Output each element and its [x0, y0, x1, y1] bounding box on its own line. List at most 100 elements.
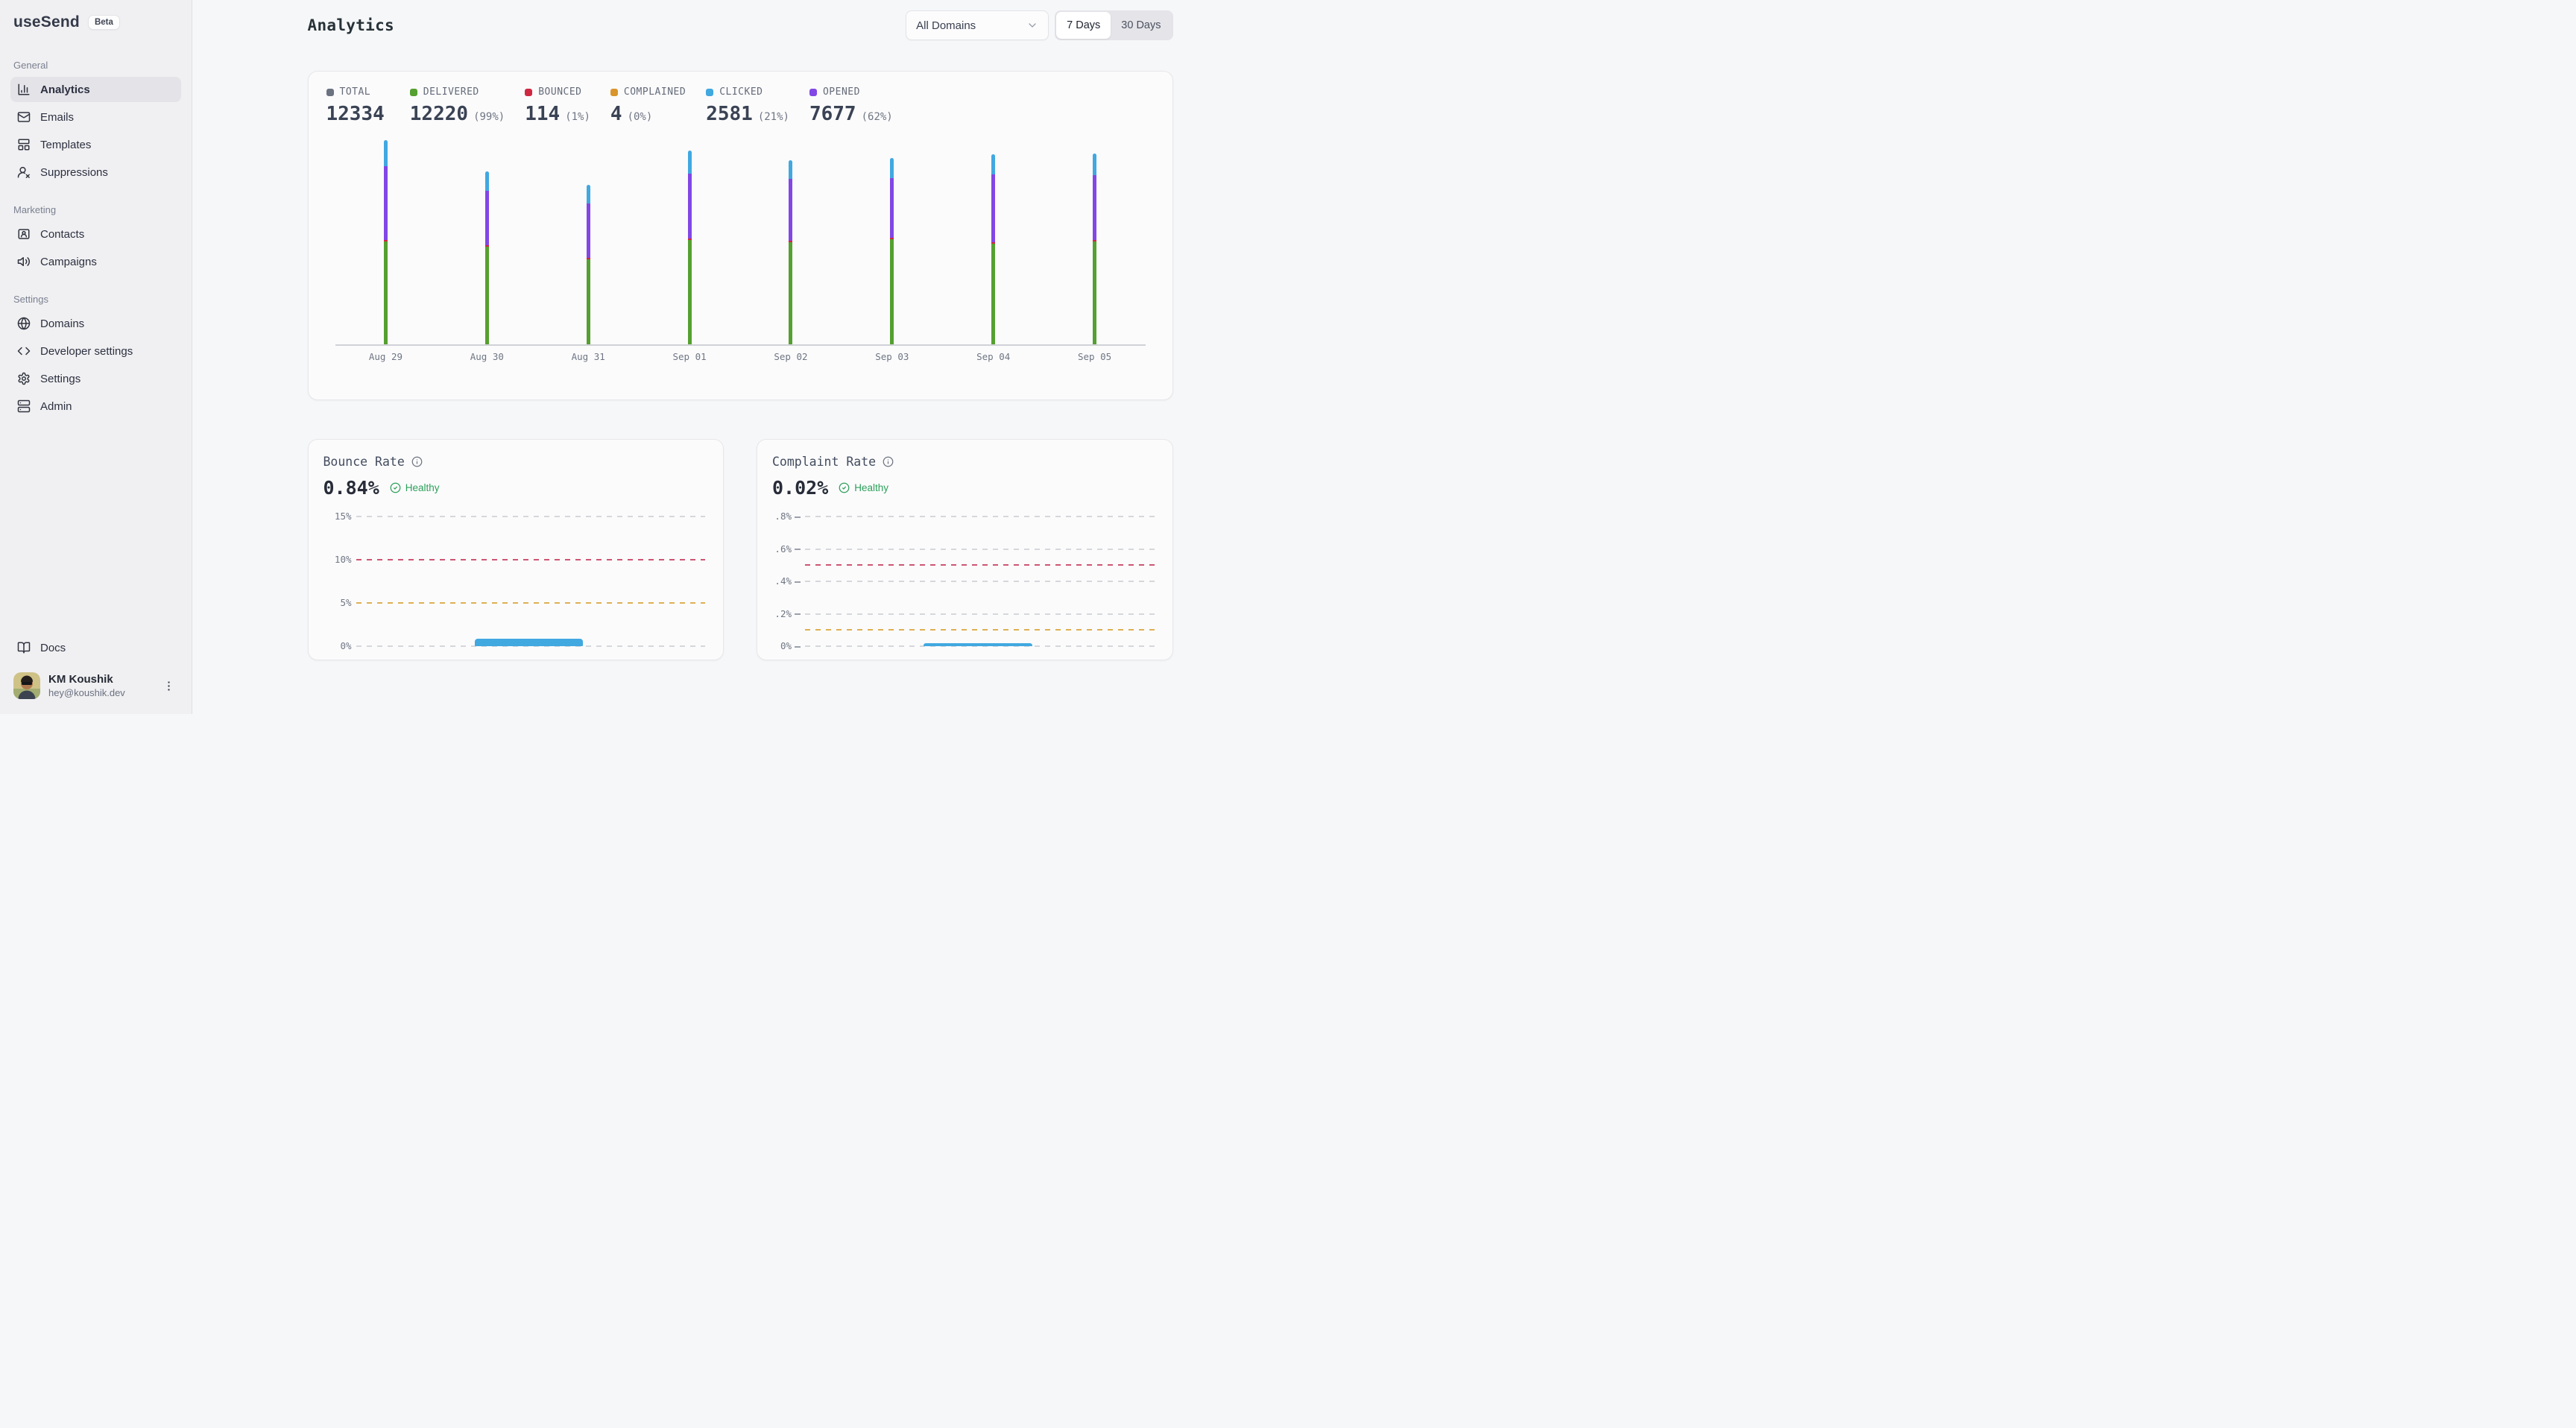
header-controls: All Domains 7 Days30 Days [906, 10, 1172, 40]
sidebar: useSend Beta GeneralAnalyticsEmailsTempl… [0, 0, 192, 714]
x-axis-label: Sep 04 [943, 351, 1044, 362]
y-tick-label: 0% [780, 640, 801, 651]
bar-segment-opened [384, 166, 388, 240]
gridline [356, 602, 706, 604]
beta-badge: Beta [88, 15, 120, 30]
stat-bounced: BOUNCED 114 (1%) [525, 86, 590, 125]
sidebar-item-templates[interactable]: Templates [10, 132, 181, 157]
user-menu-dots-icon[interactable] [160, 677, 178, 695]
sidebar-item-campaigns[interactable]: Campaigns [10, 249, 181, 274]
bar-segment-clicked [1093, 154, 1096, 175]
bar-segment-clicked [587, 185, 590, 203]
bar-segment-opened [688, 174, 692, 238]
sidebar-item-contacts[interactable]: Contacts [10, 221, 181, 247]
x-axis-label: Sep 02 [740, 351, 842, 362]
y-tick-label: .4% [774, 575, 801, 587]
stat-opened: OPENED 7677 (62%) [809, 86, 893, 125]
stat-value: 4 [610, 103, 622, 125]
main-area: Analytics All Domains 7 Days30 Days TOTA… [192, 0, 1288, 714]
bar-column [842, 128, 943, 344]
rate-bar [475, 639, 583, 646]
stat-label: BOUNCED [538, 86, 581, 98]
sidebar-item-admin[interactable]: Admin [10, 394, 181, 419]
legend-dot [706, 89, 713, 96]
bounce-status-label: Healthy [405, 482, 440, 493]
gridline [805, 549, 1155, 550]
x-axis-label: Sep 01 [639, 351, 740, 362]
domain-filter-select[interactable]: All Domains [906, 10, 1049, 40]
code-icon [17, 344, 31, 358]
sidebar-item-analytics[interactable]: Analytics [10, 77, 181, 102]
y-tick-label: 0% [340, 640, 351, 651]
sidebar-item-settings[interactable]: Settings [10, 366, 181, 391]
stat-complained: COMPLAINED 4 (0%) [610, 86, 686, 125]
bar-segment-opened [991, 174, 995, 242]
stacked-bar [1093, 154, 1096, 344]
stat-percent: (99%) [473, 111, 505, 123]
x-axis-label: Sep 03 [842, 351, 943, 362]
stat-value: 2581 [706, 103, 753, 125]
sidebar-item-docs[interactable]: Docs [10, 635, 181, 660]
stat-clicked: CLICKED 2581 (21%) [706, 86, 789, 125]
contact-card-icon [17, 227, 31, 241]
x-axis-label: Aug 30 [436, 351, 537, 362]
y-axis-labels: 15%10%5%0% [322, 506, 356, 655]
globe-icon [17, 317, 31, 330]
gridline [805, 613, 1155, 615]
stat-value: 114 [525, 103, 560, 125]
sidebar-item-suppressions[interactable]: Suppressions [10, 159, 181, 185]
stacked-bar [485, 171, 489, 344]
range-option-30-days[interactable]: 30 Days [1111, 12, 1171, 39]
bar-segment-clicked [991, 154, 995, 174]
brand-name: useSend [13, 13, 80, 31]
x-axis-label: Aug 31 [537, 351, 639, 362]
info-icon[interactable] [883, 456, 894, 467]
stat-value: 7677 [809, 103, 856, 125]
avatar [13, 672, 40, 699]
info-icon[interactable] [411, 456, 423, 467]
summary-stats-row: TOTAL 12334 DELIVERED 12220 (99%) BOUNCE… [326, 86, 1155, 125]
user-email: hey@koushik.dev [48, 687, 151, 698]
bar-segment-opened [1093, 175, 1096, 240]
stat-value: 12334 [326, 103, 385, 125]
complaint-status-label: Healthy [854, 482, 888, 493]
legend-dot [525, 89, 532, 96]
bar-segment-opened [587, 203, 590, 258]
bar-segment-opened [485, 191, 489, 245]
sidebar-item-emails[interactable]: Emails [10, 104, 181, 130]
bar-segment-clicked [890, 158, 894, 178]
rate-cards-row: Bounce Rate 0.84% Healthy 15%10%5%0% Co [308, 439, 1173, 660]
stat-label: CLICKED [719, 86, 763, 98]
nav-section-label: Settings [13, 294, 178, 305]
stat-label: DELIVERED [423, 86, 479, 98]
sidebar-item-label: Domains [40, 317, 84, 330]
sidebar-item-label: Suppressions [40, 166, 108, 179]
range-option-7-days[interactable]: 7 Days [1056, 12, 1111, 39]
user-row[interactable]: KM Koushik hey@koushik.dev [10, 671, 181, 701]
stat-percent: (0%) [628, 111, 653, 123]
gridline [356, 516, 706, 517]
sidebar-item-label: Settings [40, 373, 80, 385]
bar-segment-delivered [890, 239, 894, 344]
sidebar-item-label: Docs [40, 642, 66, 654]
bar-column [740, 128, 842, 344]
legend-dot [326, 89, 334, 96]
domain-filter-value: All Domains [916, 19, 976, 32]
brand: useSend Beta [10, 12, 181, 33]
complaint-rate-title: Complaint Rate [772, 455, 876, 469]
stat-delivered: DELIVERED 12220 (99%) [410, 86, 505, 125]
stacked-bar [890, 158, 894, 344]
bar-segment-delivered [587, 259, 590, 344]
sidebar-item-developer-settings[interactable]: Developer settings [10, 338, 181, 364]
grid-area [356, 506, 706, 655]
stacked-bar [384, 140, 388, 344]
stat-value: 12220 [410, 103, 468, 125]
bar-segment-clicked [688, 151, 692, 174]
stat-percent: (21%) [758, 111, 789, 123]
megaphone-icon [17, 255, 31, 268]
bar-segment-delivered [789, 242, 792, 344]
sidebar-item-domains[interactable]: Domains [10, 311, 181, 336]
complaint-rate-chart: .8%.6%.4%.2%0% [771, 506, 1159, 655]
stat-total: TOTAL 12334 [326, 86, 390, 125]
bar-segment-delivered [1093, 241, 1096, 344]
